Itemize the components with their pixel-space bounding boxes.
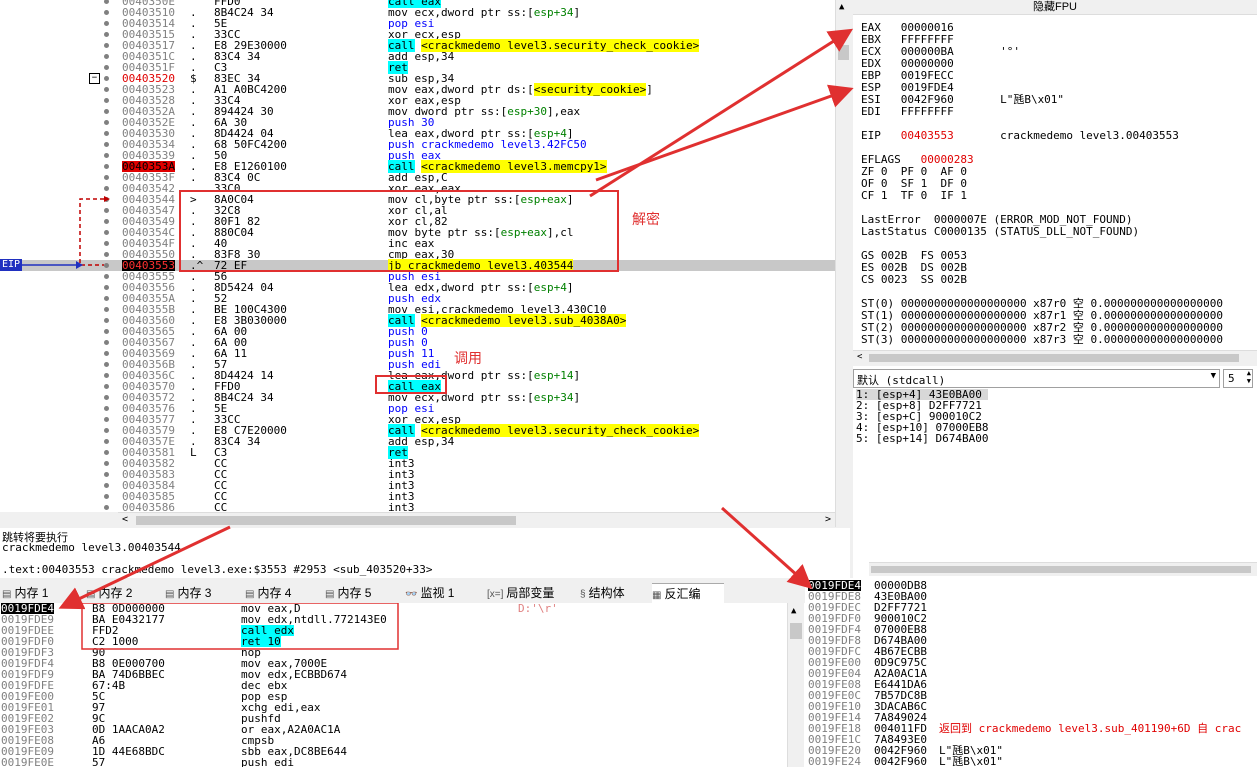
struct-icon: §: [580, 589, 586, 600]
eip-name: EIP: [861, 129, 901, 142]
tab-label: 反汇编: [664, 587, 701, 601]
stack-row[interactable]: 0019FE0C 7B57DC8B: [805, 690, 1257, 701]
tab-3[interactable]: ▤ 内存 3: [165, 583, 243, 603]
stack-address: 0019FE24: [808, 755, 861, 767]
registers-hscrollbar[interactable]: <: [853, 350, 1257, 365]
scroll-up-icon[interactable]: ▲: [839, 2, 844, 12]
stack-value: 0042F960: [874, 755, 927, 767]
disassembly-hscrollbar[interactable]: < >: [118, 512, 835, 528]
eip-label: EIP: [0, 259, 23, 271]
tab-label: 内存 3: [177, 586, 212, 600]
hide-fpu-button[interactable]: 隐藏FPU: [853, 0, 1257, 15]
scroll-right-icon[interactable]: >: [825, 514, 831, 525]
tab-8[interactable]: § 结构体: [580, 583, 650, 603]
eip-value: 00403553: [900, 129, 954, 142]
tab-7[interactable]: [x=] 局部变量: [487, 583, 578, 603]
scroll-left-icon[interactable]: <: [122, 514, 128, 525]
call-annotation: 调用: [454, 350, 482, 366]
tab-label: 内存 2: [98, 586, 133, 600]
shellcode-box: [81, 603, 399, 650]
scroll-thumb[interactable]: [136, 516, 516, 525]
stack-row[interactable]: 0019FDF0 900010C2: [805, 613, 1257, 624]
stack-row[interactable]: 0019FE1C 7A8493E0: [805, 734, 1257, 745]
stack-row[interactable]: 0019FDE4 00000DB8: [805, 580, 1257, 591]
eip-comment: crackmedemo level3.00403553: [953, 129, 1179, 142]
chevron-down-icon: ▼: [1210, 371, 1216, 381]
tab-4[interactable]: ▤ 内存 4: [245, 583, 323, 603]
watch-icon: 👓: [405, 589, 418, 600]
jump-arrows-overlay: [18, 190, 619, 394]
scroll-left-icon[interactable]: <: [857, 352, 862, 362]
tab-5[interactable]: ▤ 内存 5: [325, 583, 403, 603]
scroll-thumb[interactable]: [869, 354, 1239, 362]
arg-count-spinner[interactable]: 5 ▲ ▼: [1223, 369, 1253, 388]
tab-9[interactable]: ▦ 反汇编: [652, 583, 724, 604]
stack-row[interactable]: 0019FE18 004011FD 返回到 crackmedemo level3.s…: [805, 723, 1257, 734]
call-eax-box: [375, 375, 447, 394]
memory-icon: ▤: [2, 589, 12, 600]
locals-icon: [x=]: [487, 589, 504, 600]
register-line[interactable]: CS 0023 SS 002B: [861, 274, 967, 286]
scroll-thumb[interactable]: [871, 566, 1251, 573]
calling-convention-select[interactable]: 默认 (stdcall) ▼: [853, 369, 1220, 388]
scroll-thumb[interactable]: [838, 45, 849, 60]
memory-icon: ▤: [325, 589, 335, 600]
dump-vscrollbar[interactable]: ▲: [787, 603, 804, 767]
stack-row[interactable]: 0019FE10 3DACAB6C: [805, 701, 1257, 712]
tab-label: 结构体: [588, 586, 625, 600]
stack-row[interactable]: 0019FDF8 D674BA00: [805, 635, 1257, 646]
stack-comment: L"瓱B\x01": [939, 755, 1003, 767]
register-line[interactable]: EDI FFFFFFFF: [861, 106, 954, 118]
stack-pane[interactable]: 0019FDE4 00000DB8 0019FDE8 43E0BA00 0019FDEC…: [805, 578, 1257, 767]
stack-row[interactable]: 0019FDE8 43E0BA00: [805, 591, 1257, 602]
tab-label: 内存 5: [337, 586, 372, 600]
register-line[interactable]: ST(3) 0000000000000000000 x87r3 空 0.0000…: [861, 334, 1223, 346]
arg-count-value: 5: [1228, 372, 1235, 385]
stack-row[interactable]: 0019FE20 0042F960 L"瓱B\x01": [805, 745, 1257, 756]
decrypt-annotation: 解密: [632, 211, 660, 227]
tab-label: 监视 1: [420, 586, 455, 600]
disassembly-vscrollbar[interactable]: ▲: [835, 0, 851, 527]
jump-arrow-head-icon: [104, 196, 110, 202]
register-line[interactable]: LastStatus C0000135 (STATUS_DLL_NOT_FOUN…: [861, 226, 1139, 238]
stack-row[interactable]: 0019FE04 A2A0AC1A: [805, 668, 1257, 679]
scroll-up-icon[interactable]: ▲: [791, 606, 796, 616]
memory-icon: ▤: [165, 589, 175, 600]
stack-row[interactable]: 0019FDEC D2FF7721: [805, 602, 1257, 613]
scroll-thumb[interactable]: [790, 623, 802, 639]
call-arg: 5: [esp+14] D674BA00: [856, 432, 989, 445]
spinner-arrows-icon[interactable]: ▲ ▼: [1247, 369, 1251, 385]
args-hscrollbar[interactable]: [869, 562, 1257, 576]
address-info: .text:00403553 crackmedemo level3.exe:$3…: [2, 563, 433, 576]
register-line[interactable]: EIP 00403553 crackmedemo level3.00403553: [861, 130, 1179, 142]
tab-label: 内存 1: [14, 586, 49, 600]
register-line[interactable]: CF 1 TF 0 IF 1: [861, 190, 967, 202]
call-args-pane: 默认 (stdcall) ▼ 5 ▲ ▼ 1: [esp+4] 43E0BA00 2…: [853, 366, 1257, 578]
jump-target: crackmedemo level3.00403544: [2, 541, 181, 554]
collapse-toggle-icon[interactable]: −: [89, 73, 100, 84]
info-pane: 跳转将要执行 crackmedemo level3.00403544 .text…: [0, 528, 850, 578]
tab-2[interactable]: ▤ 内存 2: [86, 583, 163, 603]
stack-row[interactable]: 0019FE08 E6441DA6: [805, 679, 1257, 690]
memory-icon: ▤: [86, 589, 96, 600]
tab-6[interactable]: 👓 监视 1: [405, 583, 485, 603]
stack-row[interactable]: 0019FDF4 07000EB8: [805, 624, 1257, 635]
calling-convention-value: 默认 (stdcall): [857, 374, 946, 387]
tab-1[interactable]: ▤ 内存 1: [2, 583, 84, 603]
tab-label: 局部变量: [506, 586, 555, 600]
disasm-icon: ▦: [652, 590, 662, 601]
registers-pane[interactable]: 隐藏FPU EAX 00000016 EBX FFFFFFFF ECX 000000…: [853, 0, 1257, 350]
tab-label: 内存 4: [257, 586, 292, 600]
stack-row[interactable]: 0019FE00 0D9C975C: [805, 657, 1257, 668]
stack-comment: 返回到 crackmedemo level3.sub_401190+6D 自 c…: [939, 722, 1242, 735]
stack-row[interactable]: 0019FDFC 4B67ECBB: [805, 646, 1257, 657]
dump-overlay: [81, 603, 399, 650]
decrypt-loop-box: [179, 190, 619, 272]
stack-row[interactable]: 0019FE24 0042F960 L"瓱B\x01": [805, 756, 1257, 767]
jump-dashed-line: [79, 198, 104, 266]
memory-icon: ▤: [245, 589, 255, 600]
